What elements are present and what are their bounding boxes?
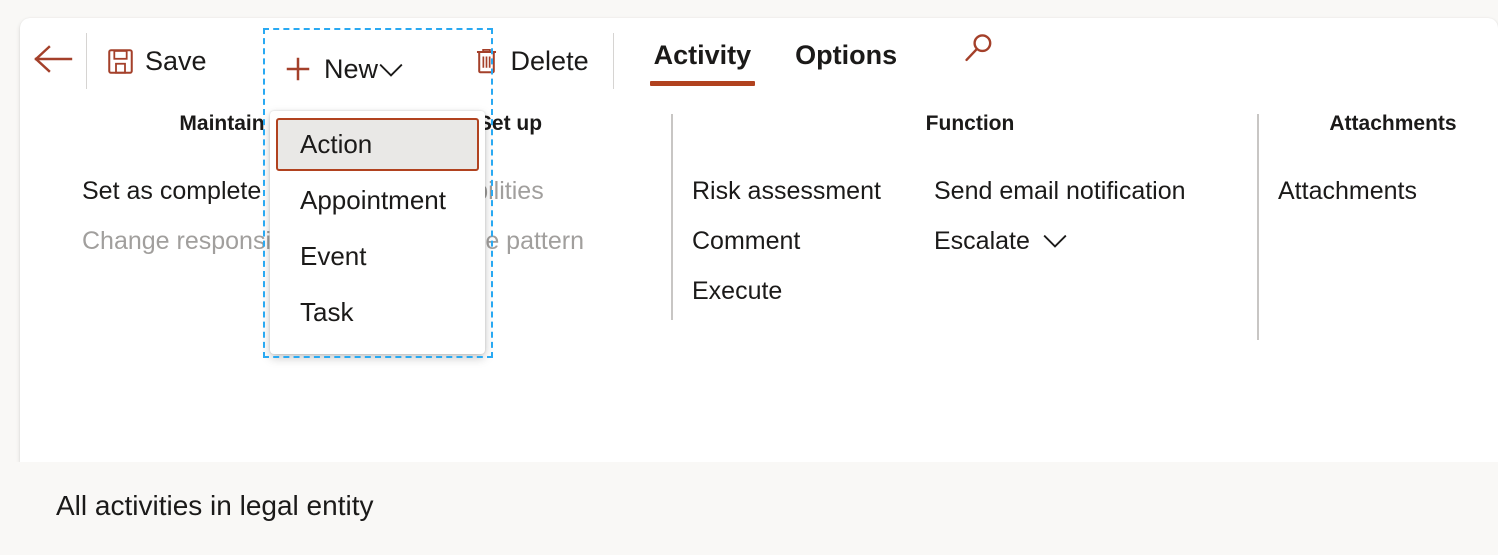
chevron-down-icon bbox=[378, 54, 404, 85]
group-attachments-column: Attachments bbox=[1278, 166, 1417, 216]
group-divider-function bbox=[671, 114, 673, 320]
arrow-left-icon bbox=[33, 44, 73, 79]
search-icon bbox=[962, 31, 996, 70]
menu-item-escalate[interactable]: Escalate bbox=[934, 216, 1186, 266]
save-icon bbox=[107, 48, 134, 75]
group-function-column-1: Risk assessment Comment Execute bbox=[692, 166, 934, 316]
group-attachments-title: Attachments bbox=[1329, 112, 1457, 135]
dropdown-item-appointment[interactable]: Appointment bbox=[276, 174, 479, 227]
action-pane: Save Delete Activity Options Maintain Se… bbox=[20, 18, 1498, 462]
back-button[interactable] bbox=[20, 18, 86, 104]
page-footer: All activities in legal entity bbox=[0, 462, 1498, 555]
plus-icon bbox=[283, 54, 313, 84]
chevron-down-icon bbox=[1042, 233, 1068, 249]
new-dropdown-menu: Action Appointment Event Task bbox=[270, 111, 485, 354]
group-attachments: Attachments Attachments bbox=[1278, 112, 1498, 216]
dropdown-item-event[interactable]: Event bbox=[276, 230, 479, 283]
search-button[interactable] bbox=[947, 18, 1011, 82]
tab-active-underline bbox=[649, 81, 756, 86]
tab-activity-label: Activity bbox=[653, 40, 752, 70]
command-bar-divider bbox=[86, 33, 87, 89]
dropdown-item-task[interactable]: Task bbox=[276, 286, 479, 339]
action-pane-groups: Maintain Set as complete Change responsi… bbox=[20, 112, 1498, 412]
page-title: All activities in legal entity bbox=[56, 490, 374, 521]
tab-activity[interactable]: Activity bbox=[632, 18, 774, 86]
dropdown-item-action[interactable]: Action bbox=[276, 118, 479, 171]
tab-strip: Activity Options bbox=[632, 18, 1012, 104]
save-button-label: Save bbox=[145, 45, 207, 76]
group-function-column-2: Send email notification Escalate bbox=[934, 166, 1186, 316]
menu-item-risk-assessment[interactable]: Risk assessment bbox=[692, 166, 934, 216]
group-divider-attachments bbox=[1257, 114, 1259, 340]
group-function: Function Risk assessment Comment Execute… bbox=[692, 112, 1248, 316]
menu-item-execute[interactable]: Execute bbox=[692, 266, 934, 316]
menu-item-comment[interactable]: Comment bbox=[692, 216, 934, 266]
group-function-title: Function bbox=[925, 112, 1015, 135]
new-button[interactable]: New bbox=[271, 36, 417, 102]
tabs-divider bbox=[612, 33, 614, 89]
save-button[interactable]: Save bbox=[93, 30, 221, 92]
new-button-label: New bbox=[324, 53, 379, 84]
new-button-container: New Action Appointment Event Task bbox=[263, 28, 493, 358]
delete-button-label: Delete bbox=[510, 45, 589, 76]
menu-item-attachments[interactable]: Attachments bbox=[1278, 166, 1417, 216]
tab-options[interactable]: Options bbox=[773, 18, 919, 82]
tab-options-label: Options bbox=[795, 40, 898, 70]
command-bar: Save Delete Activity Options bbox=[20, 18, 1498, 112]
menu-item-send-email-notification[interactable]: Send email notification bbox=[934, 166, 1186, 216]
menu-item-escalate-label: Escalate bbox=[934, 227, 1030, 255]
